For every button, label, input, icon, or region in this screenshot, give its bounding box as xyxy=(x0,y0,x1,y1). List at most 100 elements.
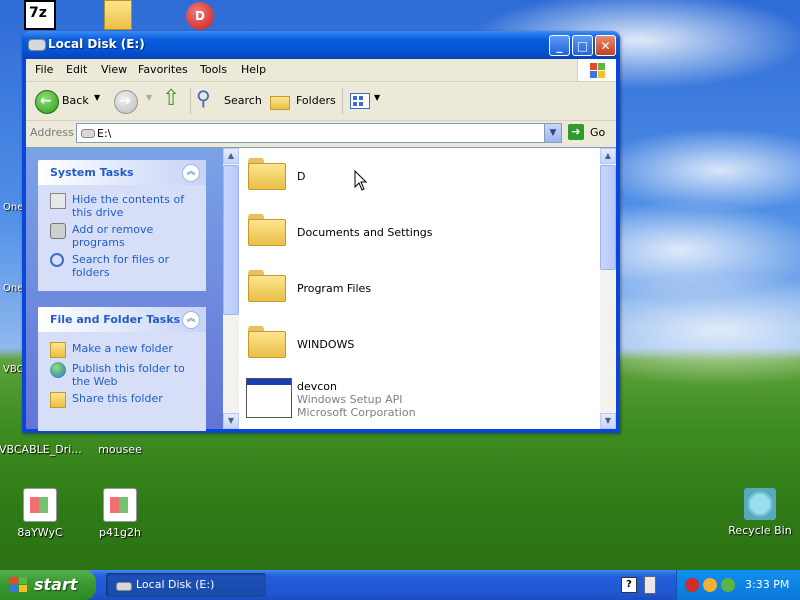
title-bar[interactable]: Local Disk (E:) _ □ ✕ xyxy=(22,31,620,59)
scroll-thumb[interactable] xyxy=(223,165,239,315)
file-list-scrollbar[interactable]: ▲ ▼ xyxy=(600,148,616,429)
menu-help[interactable]: Help xyxy=(241,63,266,76)
collapse-chevron-icon[interactable]: ︽ xyxy=(182,164,200,182)
explorer-window: Local Disk (E:) _ □ ✕ File Edit View Fav… xyxy=(22,31,620,433)
desktop-icon-label: VBCABLE_Dri... xyxy=(0,443,82,456)
back-dropdown-icon[interactable]: ▼ xyxy=(94,93,100,102)
content-area: System Tasks ︽ Hide the contents of this… xyxy=(26,147,616,431)
clock[interactable]: 3:33 PM xyxy=(745,578,789,591)
desktop-partial-label: One xyxy=(3,283,24,294)
standard-toolbar: ← Back ▼ → ▼ ⇧ ⚲ Search Folders ▼ xyxy=(26,82,616,121)
file-name: WINDOWS xyxy=(297,338,355,351)
desktop-icon-mousee[interactable]: mousee xyxy=(80,443,160,456)
address-bar: Address E:\ ▼ ➜ Go xyxy=(26,121,616,145)
mouse-cursor-icon xyxy=(354,170,368,191)
menu-edit[interactable]: Edit xyxy=(66,63,87,76)
back-label[interactable]: Back xyxy=(62,94,89,107)
tasks-scrollbar[interactable]: ▲ ▼ xyxy=(223,148,239,429)
views-dropdown-icon[interactable]: ▼ xyxy=(374,93,380,102)
list-item[interactable]: WINDOWS xyxy=(240,320,600,368)
desktop-icon-label: mousee xyxy=(98,443,142,456)
folder-icon xyxy=(248,158,286,190)
start-label: start xyxy=(34,575,78,594)
close-button[interactable]: ✕ xyxy=(595,35,616,56)
app-red-icon[interactable]: D xyxy=(186,2,214,30)
file-name: devcon xyxy=(297,380,338,393)
folders-icon[interactable] xyxy=(270,96,290,110)
zip-folder-icon[interactable] xyxy=(104,0,132,30)
search-icon xyxy=(50,253,64,267)
list-item[interactable]: Program Files xyxy=(240,264,600,312)
menu-favorites[interactable]: Favorites xyxy=(138,63,188,76)
windows-logo-icon xyxy=(577,59,616,81)
scroll-down-button[interactable]: ▼ xyxy=(223,413,239,429)
menu-view[interactable]: View xyxy=(101,63,127,76)
file-name: Documents and Settings xyxy=(297,226,433,239)
document-icon xyxy=(103,488,137,522)
drive-icon xyxy=(116,582,132,591)
hide-contents-icon xyxy=(50,193,66,209)
help-icon[interactable]: ? xyxy=(621,577,637,593)
address-field[interactable]: E:\ ▼ xyxy=(76,123,562,143)
desktop-icon-vbcable[interactable]: VBCABLE_Dri... xyxy=(0,443,82,456)
file-list: D Documents and Settings Program Files W… xyxy=(240,148,600,429)
system-tasks-header[interactable]: System Tasks ︽ xyxy=(38,160,206,185)
back-button[interactable]: ← xyxy=(35,90,59,114)
desktop-icon-8aywyc[interactable]: 8aYWyC xyxy=(0,488,80,539)
search-icon[interactable]: ⚲ xyxy=(196,86,211,110)
forward-dropdown-icon[interactable]: ▼ xyxy=(146,93,152,102)
desktop-icon-recycle-bin[interactable]: Recycle Bin xyxy=(720,488,800,537)
system-tasks-title: System Tasks xyxy=(50,166,134,179)
toolbar-separator xyxy=(342,88,343,114)
taskbar-button-local-disk[interactable]: Local Disk (E:) xyxy=(106,573,266,597)
list-item[interactable]: devcon Windows Setup API Microsoft Corpo… xyxy=(240,378,600,426)
up-folder-icon[interactable]: ⇧ xyxy=(162,86,180,111)
folder-icon xyxy=(248,326,286,358)
menu-bar: File Edit View Favorites Tools Help xyxy=(26,59,616,82)
desktop-icon-label: Recycle Bin xyxy=(728,524,792,537)
forward-button[interactable]: → xyxy=(114,90,138,114)
back-arrow-icon: ← xyxy=(40,93,52,109)
desktop-icon-p41g2h[interactable]: p41g2h xyxy=(80,488,160,539)
7zip-icon[interactable]: 7z xyxy=(24,0,56,30)
scroll-down-button[interactable]: ▼ xyxy=(600,413,616,429)
scroll-thumb[interactable] xyxy=(600,165,616,270)
minimize-button[interactable]: _ xyxy=(549,35,570,56)
taskbar: start Local Disk (E:) 3:33 PM ? xyxy=(0,570,800,600)
menu-file[interactable]: File xyxy=(35,63,53,76)
desktop-partial-label: VBC xyxy=(3,364,24,375)
task-label: Share this folder xyxy=(72,392,163,405)
address-dropdown-button[interactable]: ▼ xyxy=(544,124,561,142)
search-button[interactable]: Search xyxy=(224,94,262,107)
drive-icon xyxy=(28,39,46,51)
file-description: Windows Setup API xyxy=(297,393,403,406)
file-folder-tasks-title: File and Folder Tasks xyxy=(50,313,181,326)
network-icon[interactable] xyxy=(703,578,717,592)
scroll-up-button[interactable]: ▲ xyxy=(600,148,616,164)
recycle-bin-icon xyxy=(744,488,776,520)
speaker-icon[interactable] xyxy=(721,578,735,592)
desktop-icon-label: p41g2h xyxy=(99,526,141,539)
tray-tool-icon[interactable] xyxy=(644,576,656,594)
application-icon xyxy=(246,378,292,418)
windows-logo-icon xyxy=(10,577,28,593)
folders-button[interactable]: Folders xyxy=(296,94,336,107)
maximize-button[interactable]: □ xyxy=(572,35,593,56)
file-folder-tasks-header[interactable]: File and Folder Tasks ︽ xyxy=(38,307,206,332)
system-tasks-panel: System Tasks ︽ Hide the contents of this… xyxy=(38,160,206,291)
list-item[interactable]: Documents and Settings xyxy=(240,208,600,256)
desktop-icon-label: 8aYWyC xyxy=(17,526,63,539)
task-label: Publish this folder to the Web xyxy=(72,362,185,388)
start-button[interactable]: start xyxy=(0,570,96,600)
scroll-up-button[interactable]: ▲ xyxy=(223,148,239,164)
list-item[interactable]: D xyxy=(240,152,600,200)
security-alert-icon[interactable] xyxy=(685,578,699,592)
file-name: Program Files xyxy=(297,282,372,295)
collapse-chevron-icon[interactable]: ︽ xyxy=(182,311,200,329)
views-icon[interactable] xyxy=(350,93,370,109)
taskbar-button-label: Local Disk (E:) xyxy=(136,578,215,591)
globe-icon xyxy=(50,362,66,378)
folder-icon xyxy=(248,270,286,302)
menu-tools[interactable]: Tools xyxy=(200,63,227,76)
share-folder-icon xyxy=(50,392,66,408)
